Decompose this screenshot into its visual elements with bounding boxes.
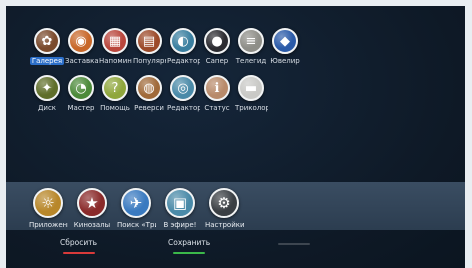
favorites-dock: ☼ Приложения ★ Кинозалы ✈ Поиск «Триколо… <box>6 182 465 230</box>
dock-item-search[interactable]: ✈ Поиск «Триколор» <box>116 188 156 229</box>
status-icon: ℹ <box>204 75 230 101</box>
apps-icon: ☼ <box>33 188 63 218</box>
dock-item-on-air[interactable]: ▣ В эфире! <box>160 188 200 229</box>
app-tile-popular[interactable]: ▤ Популярное <box>132 28 166 65</box>
app-launcher-screen: ✿ Галерея ◉ Заставка ▦ Напоминания ▤ Поп… <box>6 6 465 268</box>
app-tile-tv-guide[interactable]: ≡ Телегид <box>234 28 268 65</box>
editor-icon: ◐ <box>170 28 196 54</box>
cinema-icon: ★ <box>77 188 107 218</box>
app-label: Популярное <box>133 57 166 65</box>
gallery-icon: ✿ <box>34 28 60 54</box>
app-tile-wizard[interactable]: ◔ Мастер <box>64 75 98 112</box>
disk-icon: ✦ <box>34 75 60 101</box>
app-label: Телегид <box>235 57 267 65</box>
reset-label: Сбросить <box>60 238 97 247</box>
minesweeper-icon: ● <box>204 28 230 54</box>
app-tile-disk[interactable]: ✦ Диск <box>30 75 64 112</box>
editor-2-icon: ◎ <box>170 75 196 101</box>
app-tile-jeweler[interactable]: ◆ Ювелир <box>268 28 302 65</box>
screensaver-icon: ◉ <box>68 28 94 54</box>
app-tile-help[interactable]: ? Помощь <box>98 75 132 112</box>
save-button[interactable]: Сохранить <box>168 238 210 254</box>
app-label: Мастер <box>67 104 95 112</box>
app-tile-tricolor[interactable]: ▬ Триколор <box>234 75 268 112</box>
dock-item-apps[interactable]: ☼ Приложения <box>28 188 68 229</box>
app-label: Заставка <box>65 57 98 65</box>
app-label: Сапер <box>205 57 229 65</box>
app-tile-reminders[interactable]: ▦ Напоминания <box>98 28 132 65</box>
help-icon: ? <box>102 75 128 101</box>
dock-item-cinema[interactable]: ★ Кинозалы <box>72 188 112 229</box>
app-tile-editor[interactable]: ◐ Редактор <box>166 28 200 65</box>
app-label: Триколор <box>235 104 268 112</box>
popular-icon: ▤ <box>136 28 162 54</box>
dock-label: Кинозалы <box>73 221 111 229</box>
app-label: Реверси <box>134 104 164 112</box>
app-label: Ювелир <box>270 57 300 65</box>
red-key-indicator <box>62 252 95 254</box>
reset-button[interactable]: Сбросить <box>60 238 97 254</box>
app-tile-gallery[interactable]: ✿ Галерея <box>30 28 64 65</box>
tricolor-icon: ▬ <box>238 75 264 101</box>
app-label: Статус <box>204 104 230 112</box>
app-tile-screensaver[interactable]: ◉ Заставка <box>64 28 98 65</box>
dock-label: Поиск «Триколор» <box>117 221 156 229</box>
wizard-icon: ◔ <box>68 75 94 101</box>
app-label: Редактор <box>167 57 200 65</box>
app-label: Редактор <box>167 104 200 112</box>
jeweler-icon: ◆ <box>272 28 298 54</box>
on-air-icon: ▣ <box>165 188 195 218</box>
third-action[interactable] <box>278 238 310 245</box>
tv-guide-icon: ≡ <box>238 28 264 54</box>
app-label: Диск <box>37 104 57 112</box>
yellow-key-indicator <box>278 243 310 245</box>
app-label: Напоминания <box>99 57 132 65</box>
action-bar: Сбросить Сохранить <box>6 238 465 268</box>
dock-item-settings[interactable]: ⚙ Настройки <box>204 188 244 229</box>
app-label: Галерея <box>30 57 64 65</box>
save-label: Сохранить <box>168 238 211 247</box>
settings-gear-icon: ⚙ <box>209 188 239 218</box>
app-tile-editor-2[interactable]: ◎ Редактор <box>166 75 200 112</box>
app-tile-status[interactable]: ℹ Статус <box>200 75 234 112</box>
app-tile-minesweeper[interactable]: ● Сапер <box>200 28 234 65</box>
app-label: Помощь <box>100 104 130 112</box>
reversi-icon: ◍ <box>136 75 162 101</box>
dock-label: Настройки <box>205 221 244 229</box>
dock-items: ☼ Приложения ★ Кинозалы ✈ Поиск «Триколо… <box>28 188 244 229</box>
dock-label: Приложения <box>29 221 68 229</box>
right-frame <box>465 0 472 268</box>
dock-label: В эфире! <box>163 221 197 229</box>
app-grid: ✿ Галерея ◉ Заставка ▦ Напоминания ▤ Поп… <box>30 28 336 112</box>
reminder-icon: ▦ <box>102 28 128 54</box>
app-tile-reversi[interactable]: ◍ Реверси <box>132 75 166 112</box>
search-icon: ✈ <box>121 188 151 218</box>
green-key-indicator <box>173 252 206 254</box>
